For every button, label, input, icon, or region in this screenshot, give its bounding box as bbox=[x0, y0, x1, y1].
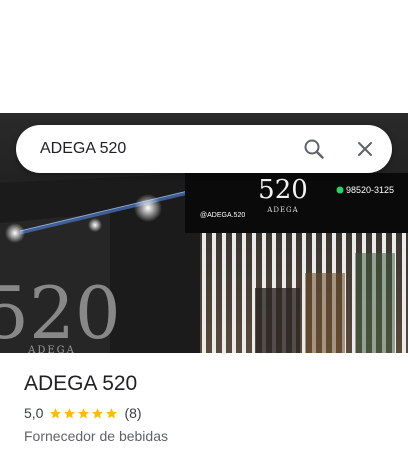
top-blank-area bbox=[0, 0, 408, 113]
star-icon bbox=[50, 407, 62, 418]
star-icon bbox=[92, 407, 104, 418]
close-icon bbox=[358, 142, 372, 156]
social-handle: @ADEGA.520 bbox=[200, 212, 245, 219]
wall-number: 520 bbox=[0, 271, 121, 353]
star-icon bbox=[78, 407, 90, 418]
search-query[interactable]: ADEGA 520 bbox=[40, 139, 126, 159]
sign-name: ADEGA bbox=[266, 206, 298, 214]
phone-number: 98520-3125 bbox=[346, 185, 394, 195]
star-icon bbox=[64, 407, 76, 418]
star-icon bbox=[106, 407, 118, 418]
rating-value: 5,0 bbox=[24, 405, 44, 421]
search-bar[interactable]: ADEGA 520 bbox=[16, 125, 392, 173]
search-button[interactable] bbox=[302, 137, 326, 161]
place-category: Fornecedor de bebidas bbox=[24, 428, 168, 444]
place-name[interactable]: ADEGA 520 bbox=[24, 372, 384, 396]
clear-search-button[interactable] bbox=[353, 137, 377, 161]
rating-row[interactable]: 5,0 (8) bbox=[24, 405, 384, 421]
search-icon bbox=[304, 139, 324, 159]
review-count[interactable]: (8) bbox=[124, 405, 141, 421]
sign-number: 520 bbox=[258, 175, 308, 205]
wall-name: ADEGA bbox=[27, 345, 76, 353]
place-info: ADEGA 520 5,0 (8) Fornecedor de bebidas bbox=[24, 372, 384, 445]
rating-stars bbox=[49, 407, 119, 420]
whatsapp-icon bbox=[336, 186, 344, 194]
